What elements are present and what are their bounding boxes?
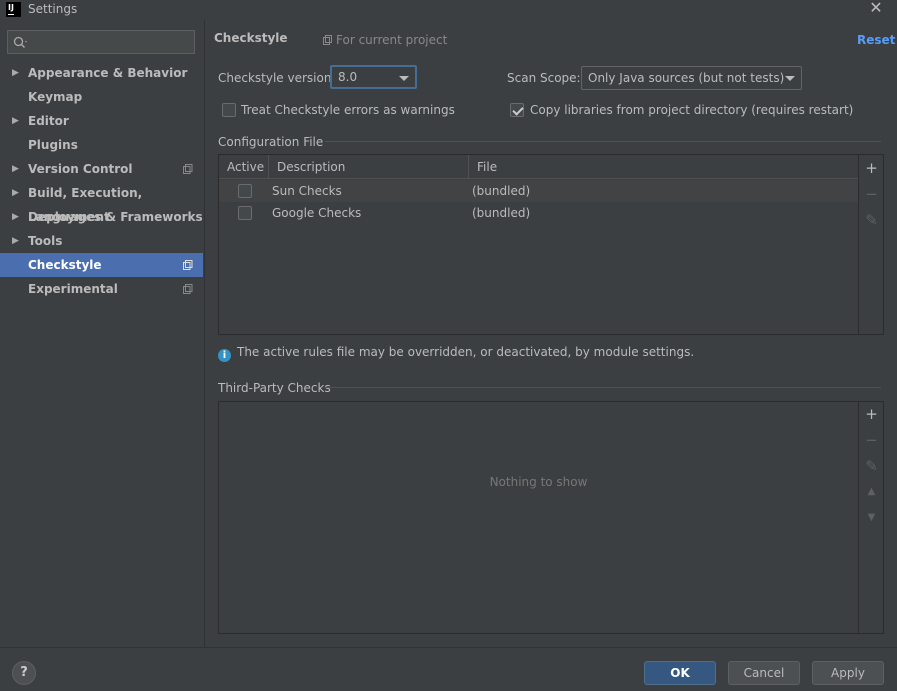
sidebar-item-appearance-behavior[interactable]: ▶ Appearance & Behavior xyxy=(0,61,203,85)
sidebar-item-label: Editor xyxy=(28,114,69,128)
treat-errors-label: Treat Checkstyle errors as warnings xyxy=(241,103,455,117)
title-bar: IJ Settings ✕ xyxy=(0,0,897,20)
remove-icon[interactable]: − xyxy=(859,182,884,206)
table-header: Active Description File xyxy=(219,155,858,179)
logo-text: IJ xyxy=(8,3,14,12)
column-header-active[interactable]: Active xyxy=(219,155,269,179)
cancel-button[interactable]: Cancel xyxy=(728,661,800,685)
sidebar-item-languages-frameworks[interactable]: ▶ Languages & Frameworks xyxy=(0,205,203,229)
search-icon xyxy=(13,36,27,48)
sidebar-item-label: Version Control xyxy=(28,162,133,176)
section-divider xyxy=(324,387,881,388)
checkstyle-version-value: 8.0 xyxy=(338,70,358,84)
treat-errors-checkbox[interactable] xyxy=(222,103,236,117)
sidebar-item-checkstyle[interactable]: Checkstyle xyxy=(0,253,203,277)
move-up-icon[interactable]: ▲ xyxy=(859,480,884,504)
intellij-logo-icon: IJ xyxy=(6,2,21,17)
window-title: Settings xyxy=(28,2,78,16)
section-divider xyxy=(325,141,881,142)
remove-icon[interactable]: − xyxy=(859,428,884,452)
sidebar-item-plugins[interactable]: Plugins xyxy=(0,133,203,157)
row-active-checkbox[interactable] xyxy=(238,184,252,198)
edit-icon[interactable]: ✎ xyxy=(859,454,884,478)
chevron-right-icon[interactable]: ▶ xyxy=(12,157,19,181)
chevron-right-icon[interactable]: ▶ xyxy=(12,205,19,229)
configuration-file-table: Active Description File Sun Checks (bund… xyxy=(218,154,884,335)
add-icon[interactable]: + xyxy=(859,156,884,180)
edit-icon[interactable]: ✎ xyxy=(859,208,884,232)
sidebar-item-label: Languages & Frameworks xyxy=(28,210,203,224)
checkstyle-version-select[interactable]: 8.0 xyxy=(330,65,417,89)
search-input[interactable] xyxy=(7,30,195,54)
sidebar-item-label: Experimental xyxy=(28,282,118,296)
chevron-down-icon xyxy=(785,76,795,81)
third-party-checks-list: Nothing to show + − ✎ ▲ ▼ xyxy=(218,401,884,634)
chevron-down-icon xyxy=(399,76,409,81)
info-message: i The active rules file may be overridden… xyxy=(218,345,694,362)
scope-note-text: For current project xyxy=(336,33,448,47)
info-text: The active rules file may be overridden,… xyxy=(237,345,695,359)
table-row[interactable]: Sun Checks (bundled) xyxy=(219,180,858,202)
row-file: (bundled) xyxy=(472,184,531,198)
sidebar-item-tools[interactable]: ▶ Tools xyxy=(0,229,203,253)
sidebar-item-experimental[interactable]: Experimental xyxy=(0,277,203,301)
info-icon: i xyxy=(218,349,231,362)
apply-button[interactable]: Apply xyxy=(812,661,884,685)
sidebar-item-keymap[interactable]: Keymap xyxy=(0,85,203,109)
settings-sidebar: ▶ Appearance & Behavior Keymap ▶ Editor Plugi… xyxy=(0,20,205,647)
third-party-toolbar: + − ✎ ▲ ▼ xyxy=(858,402,883,633)
copy-libraries-label: Copy libraries from project directory (r… xyxy=(530,103,854,117)
copy-libraries-checkbox[interactable] xyxy=(510,103,524,117)
help-button[interactable]: ? xyxy=(12,661,36,685)
sidebar-item-label: Checkstyle xyxy=(28,258,102,272)
row-description: Sun Checks xyxy=(272,184,342,198)
table-row[interactable]: Google Checks (bundled) xyxy=(219,202,858,224)
column-header-description[interactable]: Description xyxy=(269,155,469,179)
row-file: (bundled) xyxy=(472,206,531,220)
move-down-icon[interactable]: ▼ xyxy=(859,506,884,530)
dialog-footer: ? OK Cancel Apply xyxy=(0,647,897,691)
config-file-toolbar: + − ✎ xyxy=(858,155,883,334)
configuration-file-title: Configuration File xyxy=(218,135,324,149)
reset-link[interactable]: Reset xyxy=(857,33,895,47)
project-scope-icon xyxy=(323,35,332,45)
page-title: Checkstyle xyxy=(214,31,288,45)
chevron-right-icon[interactable]: ▶ xyxy=(12,61,19,85)
scan-scope-label: Scan Scope: xyxy=(507,71,581,85)
sidebar-item-label: Keymap xyxy=(28,90,83,104)
ok-button[interactable]: OK xyxy=(644,661,716,685)
project-scope-icon xyxy=(183,284,193,294)
chevron-right-icon[interactable]: ▶ xyxy=(12,229,19,253)
sidebar-item-version-control[interactable]: ▶ Version Control xyxy=(0,157,203,181)
scan-scope-select[interactable]: Only Java sources (but not tests) xyxy=(581,66,802,90)
project-scope-icon xyxy=(183,164,193,174)
scope-note: For current project xyxy=(323,33,447,47)
close-icon[interactable]: ✕ xyxy=(868,0,884,18)
empty-state-text: Nothing to show xyxy=(489,475,588,489)
chevron-right-icon[interactable]: ▶ xyxy=(12,109,19,133)
add-icon[interactable]: + xyxy=(859,402,884,426)
sidebar-item-label: Tools xyxy=(28,234,63,248)
sidebar-item-label: Appearance & Behavior xyxy=(28,66,188,80)
checkstyle-settings-panel: Checkstyle For current project Reset Che… xyxy=(205,20,897,647)
third-party-checks-title: Third-Party Checks xyxy=(218,381,331,395)
sidebar-item-editor[interactable]: ▶ Editor xyxy=(0,109,203,133)
sidebar-item-label: Plugins xyxy=(28,138,78,152)
row-description: Google Checks xyxy=(272,206,362,220)
row-active-checkbox[interactable] xyxy=(238,206,252,220)
chevron-right-icon[interactable]: ▶ xyxy=(12,181,19,205)
sidebar-item-build-execution-deployment[interactable]: ▶ Build, Execution, Deployment xyxy=(0,181,203,224)
project-scope-icon xyxy=(183,260,193,270)
column-header-file[interactable]: File xyxy=(469,155,858,179)
checkstyle-version-label: Checkstyle version: xyxy=(218,71,336,85)
scan-scope-value: Only Java sources (but not tests) xyxy=(588,71,785,85)
